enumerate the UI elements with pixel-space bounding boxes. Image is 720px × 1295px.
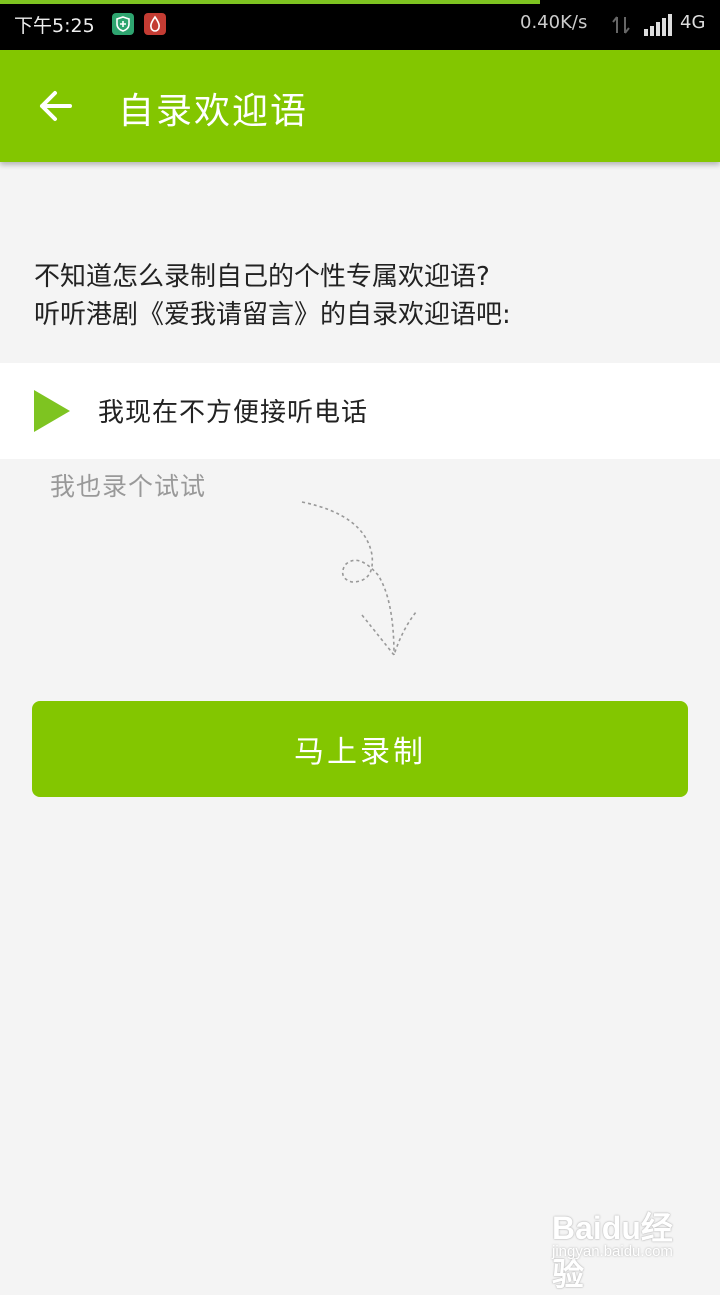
app-bar: 自录欢迎语 <box>0 50 720 162</box>
top-progress-line <box>0 0 540 4</box>
intro-line-1: 不知道怎么录制自己的个性专属欢迎语? <box>34 262 490 292</box>
net-speed: 0.40K/s <box>520 12 588 33</box>
arrow-left-icon[interactable] <box>36 86 76 126</box>
intro-text: 不知道怎么录制自己的个性专属欢迎语? 听听港剧《爱我请留言》的自录欢迎语吧: <box>34 258 694 334</box>
intro-line-2: 听听港剧《爱我请留言》的自录欢迎语吧: <box>34 300 511 330</box>
watermark-url: jingyan.baidu.com <box>552 1243 673 1260</box>
sample-greeting-row[interactable]: 我现在不方便接听电话 <box>0 363 720 459</box>
status-time: 下午5:25 <box>14 15 95 37</box>
signal-icon <box>643 14 673 36</box>
baidu-watermark: Baidu经验 jingyan.baidu.com <box>552 1203 702 1292</box>
record-now-button[interactable]: 马上录制 <box>32 701 688 797</box>
sample-greeting-label: 我现在不方便接听电话 <box>98 398 369 428</box>
network-type: 4G <box>680 12 706 33</box>
data-transfer-icon <box>610 14 632 36</box>
drop-icon <box>144 13 166 35</box>
shield-icon <box>112 13 134 35</box>
status-bar: 下午5:25 0.40K/s 4G <box>0 0 720 50</box>
page-title: 自录欢迎语 <box>118 91 309 132</box>
curved-arrow-decoration <box>301 501 417 657</box>
play-icon[interactable] <box>34 390 70 432</box>
try-it-label: 我也录个试试 <box>50 472 207 501</box>
